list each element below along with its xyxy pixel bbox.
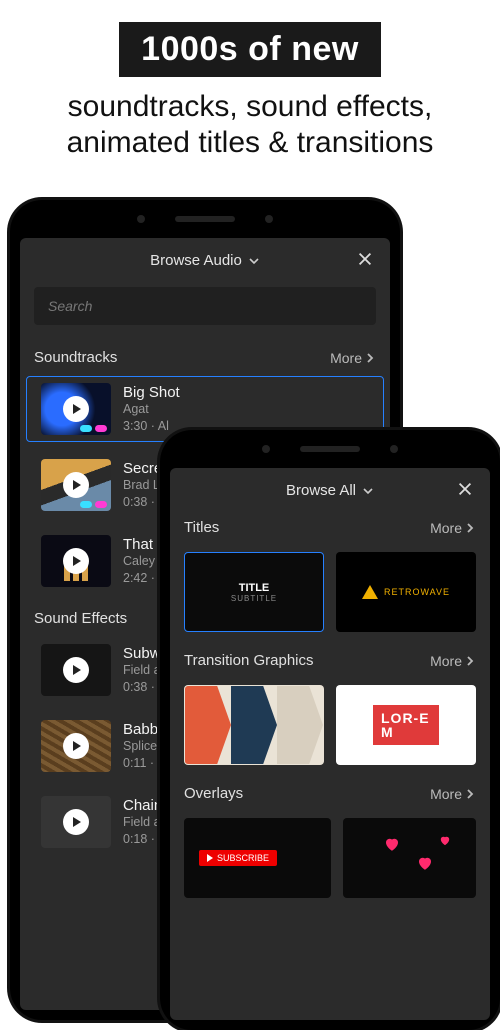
track-thumbnail[interactable]	[41, 644, 111, 696]
title-tile[interactable]: RETROWAVE	[336, 552, 476, 632]
section-transitions: Transition Graphics More	[170, 646, 490, 679]
assets-header[interactable]: Browse All	[170, 468, 490, 513]
close-icon[interactable]	[356, 250, 376, 270]
search-input[interactable]: Search	[34, 287, 376, 325]
assets-header-title: Browse All	[286, 482, 356, 499]
section-soundtracks: Soundtracks More	[20, 343, 390, 376]
transition-tile[interactable]	[184, 685, 324, 765]
phone-bezel	[10, 200, 400, 238]
audio-header-title: Browse Audio	[150, 252, 242, 269]
track-artist: Agat	[123, 401, 180, 418]
triangle-icon	[362, 585, 378, 599]
play-icon[interactable]	[63, 396, 89, 422]
more-soundtracks[interactable]: More	[330, 350, 376, 366]
play-icon[interactable]	[63, 733, 89, 759]
heart-icon	[416, 854, 434, 875]
heart-icon	[383, 835, 401, 856]
overlay-tile[interactable]	[343, 818, 476, 898]
track-thumbnail[interactable]	[41, 383, 111, 435]
phone-bezel	[160, 430, 500, 468]
headline-bar: 1000s of new	[119, 22, 381, 77]
more-titles[interactable]: More	[430, 520, 476, 536]
section-titles: Titles More	[170, 513, 490, 546]
chevron-down-icon	[362, 482, 374, 499]
chevron-down-icon	[248, 252, 260, 269]
play-icon[interactable]	[63, 809, 89, 835]
audio-header[interactable]: Browse Audio	[20, 238, 390, 283]
more-overlays[interactable]: More	[430, 786, 476, 802]
track-thumbnail[interactable]	[41, 796, 111, 848]
heart-icon	[438, 834, 451, 849]
headline-subtext: soundtracks, sound effects, animated tit…	[0, 89, 500, 161]
play-icon[interactable]	[63, 472, 89, 498]
promo-headline: 1000s of new soundtracks, sound effects,…	[0, 0, 500, 161]
close-icon[interactable]	[456, 480, 476, 500]
transition-tile[interactable]: LOR-EM	[336, 685, 476, 765]
phone-assets: Browse All Titles More TITLE SUBTITLE RE…	[160, 430, 500, 1030]
more-transitions[interactable]: More	[430, 653, 476, 669]
track-thumbnail[interactable]	[41, 720, 111, 772]
section-overlays: Overlays More	[170, 779, 490, 812]
play-icon[interactable]	[63, 548, 89, 574]
overlay-tile[interactable]: SUBSCRIBE	[184, 818, 331, 898]
track-title: Big Shot	[123, 384, 180, 401]
track-thumbnail[interactable]	[41, 459, 111, 511]
title-tile[interactable]: TITLE SUBTITLE	[184, 552, 324, 632]
play-icon[interactable]	[63, 657, 89, 683]
track-thumbnail[interactable]	[41, 535, 111, 587]
